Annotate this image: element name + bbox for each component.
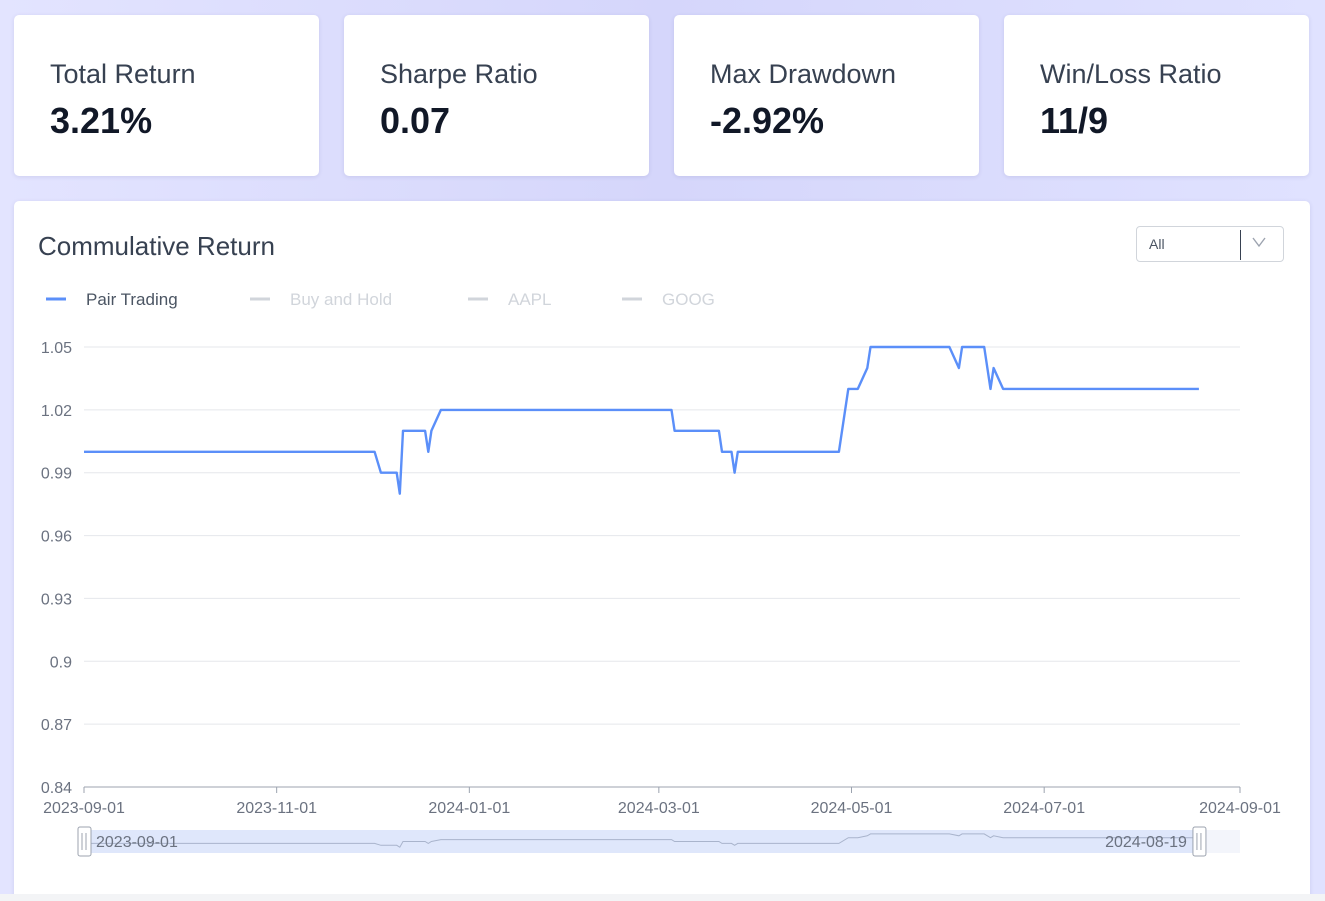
y-tick-label: 0.84 — [41, 780, 72, 797]
series-line-pair-trading — [84, 345, 1199, 495]
legend-item[interactable]: GOOG — [622, 290, 715, 309]
metric-card-total-return: Total Return 3.21% — [14, 15, 319, 176]
metric-label: Sharpe Ratio — [380, 59, 538, 89]
y-tick-label: 1.05 — [41, 340, 72, 357]
x-tick-label: 2024-07-01 — [1003, 800, 1085, 817]
y-tick-label: 0.87 — [41, 717, 72, 734]
legend-label: AAPL — [508, 290, 551, 309]
legend-item[interactable]: Buy and Hold — [250, 290, 392, 309]
zoom-handle-end[interactable] — [1192, 826, 1207, 857]
zoom-handle-body — [77, 826, 92, 857]
x-tick-label: 2024-01-01 — [428, 800, 510, 817]
x-tick-label: 2023-11-01 — [236, 800, 317, 817]
metric-card-win-loss-ratio: Win/Loss Ratio 11/9 — [1004, 15, 1309, 176]
zoom-handle-body — [1192, 826, 1207, 857]
zoom-selection — [84, 830, 1199, 853]
y-tick-label: 0.9 — [50, 654, 72, 671]
legend-label: GOOG — [662, 290, 715, 309]
zoom-end-label: 2024-08-19 — [1105, 834, 1187, 851]
cumulative-return-chart: Pair Trading Buy and Hold AAPL GOOG 0.84 0.87… — [41, 290, 1281, 857]
dashboard-page: Total Return 3.21% Sharpe Ratio 0.07 Max… — [0, 0, 1325, 901]
zoom-handle-start[interactable] — [77, 826, 92, 857]
metric-value: 0.07 — [380, 100, 451, 141]
metric-label: Win/Loss Ratio — [1040, 59, 1222, 89]
legend-label: Pair Trading — [86, 290, 178, 309]
metric-card-sharpe-ratio: Sharpe Ratio 0.07 — [344, 15, 649, 176]
y-tick-label: 0.93 — [41, 591, 72, 608]
bottom-edge — [0, 894, 1325, 901]
metric-card-max-drawdown: Max Drawdown -2.92% — [674, 15, 979, 176]
y-tick-label: 0.96 — [41, 529, 72, 546]
y-tick-label: 1.02 — [41, 403, 72, 420]
x-tick-label: 2023-09-01 — [43, 800, 125, 817]
zoom-start-label: 2023-09-01 — [96, 834, 178, 851]
x-tick-label: 2024-09-01 — [1199, 800, 1281, 817]
metric-value: -2.92% — [710, 100, 825, 141]
metric-label: Max Drawdown — [710, 59, 897, 89]
x-tick-label: 2024-03-01 — [618, 800, 700, 817]
cumulative-return-card: Commulative Return All Pair Trading Buy a… — [14, 201, 1310, 901]
metric-value: 11/9 — [1040, 100, 1109, 141]
metric-value: 3.21% — [50, 100, 153, 141]
metric-label: Total Return — [50, 59, 196, 89]
legend-item[interactable]: Pair Trading — [46, 290, 178, 309]
x-tick-label: 2024-05-01 — [811, 800, 893, 817]
legend-item[interactable]: AAPL — [468, 290, 551, 309]
legend-label: Buy and Hold — [290, 290, 392, 309]
y-tick-label: 0.99 — [41, 466, 72, 483]
